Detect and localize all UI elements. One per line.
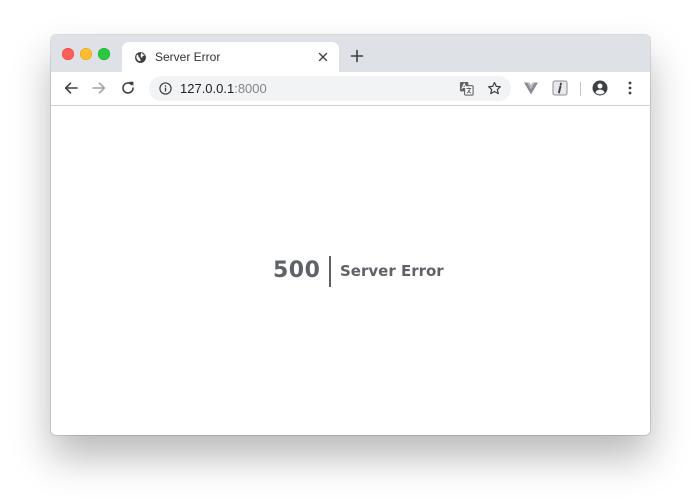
title-bar: Server Error [51, 35, 650, 72]
toolbar-divider [580, 82, 581, 96]
error-message: Server Error [340, 262, 444, 280]
minimize-window-button[interactable] [80, 48, 92, 60]
info-italic-icon[interactable] [552, 80, 568, 96]
url-host: 127.0.0.1 [180, 81, 235, 96]
close-window-button[interactable] [62, 48, 74, 60]
error-code: 500 [273, 258, 321, 283]
url-port: :8000 [234, 81, 267, 96]
page-content: 500 Server Error [51, 106, 650, 435]
browser-window: Server Error 127.0.0.1:8000 500 Server E… [51, 35, 650, 435]
new-tab-button[interactable] [350, 49, 364, 63]
account-circle-icon[interactable] [592, 80, 608, 96]
star-icon[interactable] [487, 81, 502, 96]
forward-arrow-icon[interactable] [91, 80, 107, 96]
close-tab-icon[interactable] [317, 51, 329, 63]
vuejs-devtools-icon[interactable] [523, 80, 539, 96]
back-arrow-icon[interactable] [63, 80, 79, 96]
tab-server-error[interactable]: Server Error [122, 42, 339, 72]
info-icon[interactable] [159, 82, 172, 95]
globe-icon [134, 51, 147, 64]
browser-toolbar: 127.0.0.1:8000 [51, 72, 650, 106]
maximize-window-button[interactable] [98, 48, 110, 60]
error-separator [329, 256, 331, 287]
translate-icon[interactable] [459, 81, 474, 96]
address-bar[interactable]: 127.0.0.1:8000 [149, 76, 511, 101]
tab-title: Server Error [155, 50, 221, 64]
url-text[interactable]: 127.0.0.1:8000 [180, 81, 267, 96]
reload-icon[interactable] [120, 80, 136, 96]
kebab-menu-icon[interactable] [622, 80, 638, 96]
